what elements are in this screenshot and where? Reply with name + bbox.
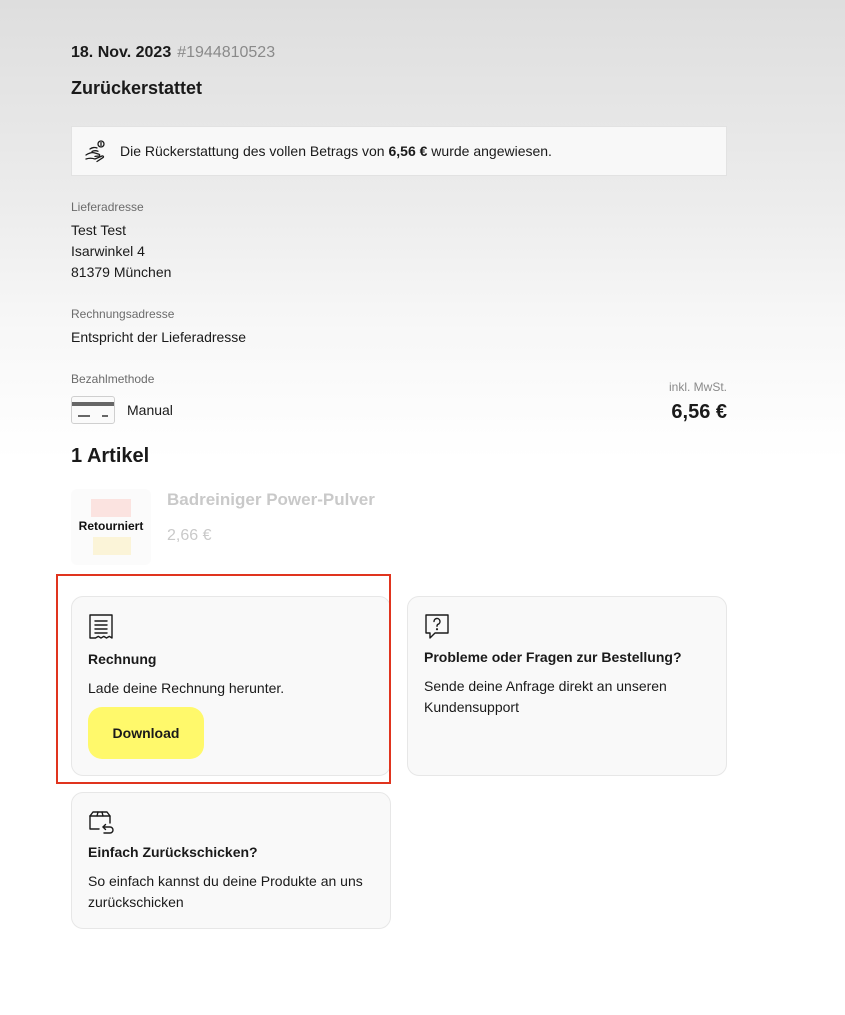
payment-method-label: Bezahlmethode (71, 372, 155, 386)
return-title: Einfach Zurückschicken? (88, 844, 258, 860)
refund-text: Die Rückerstattung des vollen Betrags vo… (120, 143, 552, 159)
shipping-address-label: Lieferadresse (71, 200, 144, 214)
product-thumbnail[interactable]: Retourniert (71, 489, 151, 565)
order-status: Zurückerstattet (71, 78, 203, 98)
support-card[interactable]: Probleme oder Fragen zur Bestellung? Sen… (407, 596, 727, 776)
refund-notice: Die Rückerstattung des vollen Betrags vo… (71, 126, 727, 176)
download-invoice-button[interactable]: Download (88, 707, 204, 759)
returned-badge: Retourniert (78, 519, 144, 533)
shipping-street: Isarwinkel 4 (71, 243, 145, 259)
order-header: 18. Nov. 2023 #1944810523 (71, 44, 275, 62)
payment-method-value: Manual (127, 401, 173, 418)
payment-method: Manual (71, 396, 173, 424)
shipping-city: 81379 München (71, 264, 172, 280)
support-title: Probleme oder Fragen zur Bestellung? (424, 649, 682, 665)
billing-address: Entspricht der Lieferadresse (71, 329, 247, 345)
return-text: So einfach kannst du deine Produkte an u… (88, 873, 363, 910)
shipping-name: Test Test (71, 222, 126, 238)
refund-amount: 6,56 € (388, 143, 428, 159)
invoice-text: Lade deine Rechnung herunter. (88, 680, 285, 696)
tax-label: inkl. MwSt. (668, 380, 727, 394)
refund-hand-icon (84, 138, 110, 164)
product-price: 2,66 € (167, 527, 212, 544)
order-number: #1944810523 (177, 44, 276, 61)
order-date: 18. Nov. 2023 (71, 44, 172, 61)
receipt-icon (88, 613, 114, 641)
billing-address-label: Rechnungsadresse (71, 307, 175, 321)
order-total: 6,56 € (671, 401, 727, 423)
invoice-card: Rechnung Lade deine Rechnung herunter. D… (71, 596, 391, 776)
support-text: Sende deine Anfrage direkt an unseren Ku… (424, 678, 667, 715)
product-name[interactable]: Badreiniger Power-Pulver (167, 490, 375, 510)
box-return-icon (88, 809, 114, 837)
items-heading: 1 Artikel (71, 445, 150, 467)
credit-card-icon (71, 396, 115, 424)
return-card[interactable]: Einfach Zurückschicken? So einfach kanns… (71, 792, 391, 929)
shipping-address: Test Test Isarwinkel 4 81379 München (71, 220, 171, 283)
invoice-title: Rechnung (88, 651, 157, 667)
question-bubble-icon (424, 613, 450, 641)
